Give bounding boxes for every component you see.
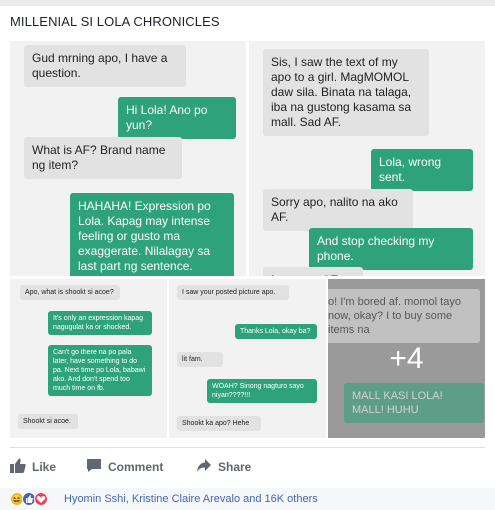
comment-button[interactable]: Comment xyxy=(86,458,163,476)
photo-5-more[interactable]: o! I'm bored af. momol tayo now, okay? I… xyxy=(328,279,485,438)
chat-bubble-received: Apo, what is shookt si acoe? xyxy=(20,285,120,300)
love-icon xyxy=(34,492,48,506)
chat-bubble-received: Gud mrning apo, I have a question. xyxy=(24,45,186,87)
chat-bubble-received: Shookt ka apo? Hehe xyxy=(177,416,261,431)
chat-bubble-received: lit fam. xyxy=(177,352,223,367)
chat-bubble-sent: Lola, wrong sent. xyxy=(371,149,473,191)
chat-bubble-received: Shookt si acoe. xyxy=(18,414,78,429)
post-actions: Like Comment Share xyxy=(0,448,495,486)
share-button[interactable]: Share xyxy=(196,458,251,476)
photo-4[interactable]: I saw your posted picture apo. Thanks Lo… xyxy=(169,279,326,438)
share-icon xyxy=(196,458,212,476)
chat-bubble-sent: Thanks Lola, okay ba? xyxy=(235,324,317,339)
chat-bubble-sent: HAHAHA! Expression po Lola. Kapag may in… xyxy=(70,193,234,276)
chat-bubble-received: What is AF? Brand name ng item? xyxy=(24,137,182,179)
photo-2[interactable]: Sis, I saw the text of my apo to a girl.… xyxy=(249,41,485,276)
chat-bubble-received: Love you AF apo xyxy=(263,267,363,276)
reactions-bar: 😆 Hyomin Sshi, Kristine Claire Arevalo a… xyxy=(0,488,495,510)
post-text: MILLENIAL SI LOLA CHRONICLES xyxy=(10,14,220,29)
photo-3[interactable]: Apo, what is shookt si acoe? It's only a… xyxy=(10,279,167,438)
photo-grid: Gud mrning apo, I have a question. Hi Lo… xyxy=(10,41,485,438)
like-button[interactable]: Like xyxy=(10,458,56,476)
chat-bubble-received: I saw your posted picture apo. xyxy=(177,285,289,300)
chat-bubble-sent: And stop checking my phone. xyxy=(309,228,473,270)
more-photos-count: +4 xyxy=(389,341,424,375)
chat-bubble-sent: WOAH? Sinong nagturo sayo niyan????!!! xyxy=(207,379,317,403)
reaction-names-link[interactable]: Hyomin Sshi, Kristine Claire Arevalo and… xyxy=(64,493,318,505)
chat-bubble-received: Sorry apo, nalito na ako AF. xyxy=(263,189,413,231)
like-label: Like xyxy=(32,460,57,474)
chat-bubble-sent: Can't go there na po pala later, have so… xyxy=(48,345,152,396)
share-label: Share xyxy=(218,460,252,474)
reaction-icons[interactable]: 😆 xyxy=(10,492,48,506)
feed-top-divider xyxy=(0,0,495,6)
chat-bubble-sent: Hi Lola! Ano po yun? xyxy=(118,97,236,139)
photo-1[interactable]: Gud mrning apo, I have a question. Hi Lo… xyxy=(10,41,246,276)
chat-bubble-received: Sis, I saw the text of my apo to a girl.… xyxy=(263,49,429,136)
comment-label: Comment xyxy=(108,460,164,474)
comment-icon xyxy=(86,458,102,476)
chat-bubble-sent: It's only an expression kapag nagugulat … xyxy=(48,311,152,335)
thumbs-up-icon xyxy=(10,458,26,476)
